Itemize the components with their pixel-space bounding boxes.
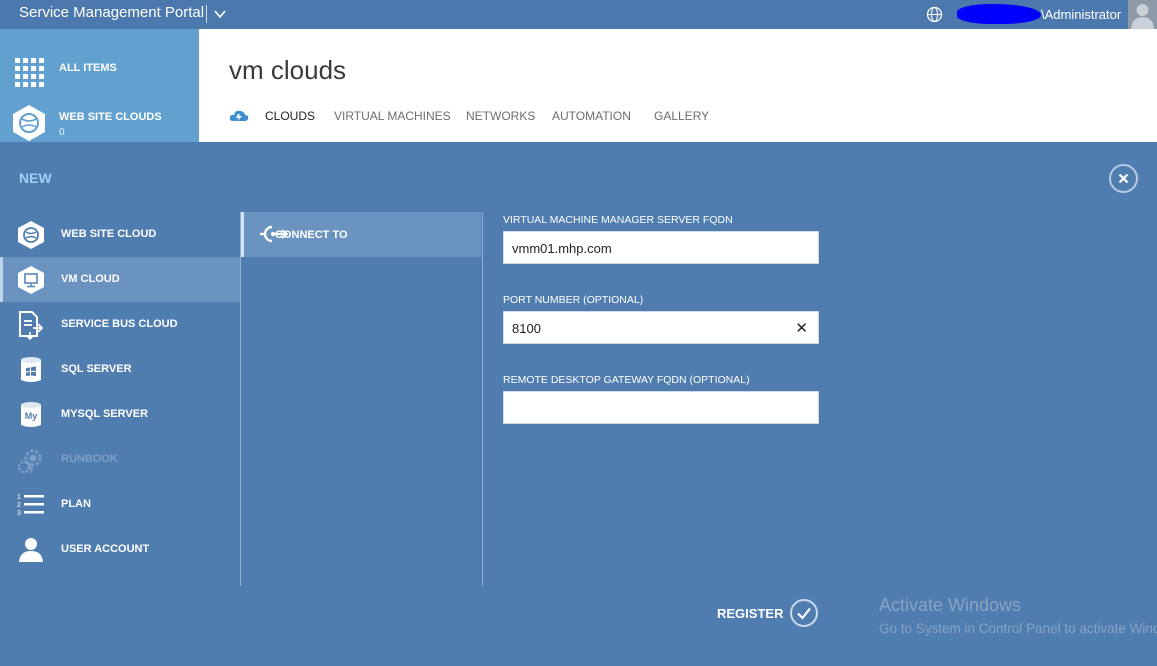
tab-gallery[interactable]: GALLERY bbox=[654, 109, 709, 123]
user-name[interactable]: \Administrator bbox=[1041, 7, 1121, 22]
rd-gateway-input[interactable] bbox=[512, 399, 782, 417]
category-label: MYSQL SERVER bbox=[61, 408, 149, 420]
gear-icon bbox=[17, 449, 42, 474]
app-title[interactable]: Service Management Portal bbox=[19, 4, 204, 21]
redacted-username bbox=[957, 4, 1041, 24]
clear-input-icon[interactable]: ✕ bbox=[795, 319, 808, 337]
vm-clouds-icon bbox=[229, 110, 249, 121]
main-header: vm clouds CLOUDS VIRTUAL MACHINES NETWOR… bbox=[199, 29, 1157, 142]
column-divider bbox=[482, 212, 483, 586]
close-button[interactable] bbox=[1109, 164, 1138, 193]
nav-item-all-items[interactable]: ALL ITEMS bbox=[0, 53, 199, 91]
column-divider bbox=[240, 212, 241, 586]
port-number-input[interactable] bbox=[512, 319, 782, 337]
tab-networks[interactable]: NETWORKS bbox=[466, 109, 535, 123]
mysql-icon: My bbox=[21, 402, 41, 427]
avatar-icon[interactable] bbox=[1128, 0, 1157, 29]
category-user-account[interactable]: USER ACCOUNT bbox=[0, 527, 240, 572]
vmm-fqdn-input[interactable] bbox=[512, 239, 782, 257]
close-icon bbox=[1118, 173, 1129, 184]
left-nav: ALL ITEMS WEB SITE CLOUDS 0 bbox=[0, 29, 199, 142]
nav-label: WEB SITE CLOUDS bbox=[59, 111, 162, 123]
vmm-fqdn-field[interactable] bbox=[503, 231, 819, 264]
svg-text:2: 2 bbox=[17, 502, 21, 509]
watermark-title: Activate Windows bbox=[879, 595, 1022, 615]
numbered-list-icon: 1 2 3 bbox=[17, 494, 44, 517]
category-vm-cloud[interactable]: VM CLOUD bbox=[0, 257, 240, 302]
register-label: REGISTER bbox=[717, 606, 784, 621]
category-label: SQL SERVER bbox=[61, 363, 132, 375]
category-service-bus-cloud[interactable]: SERVICE BUS CLOUD bbox=[0, 302, 240, 347]
step-connect-to[interactable]: CONNECT TO bbox=[241, 212, 481, 257]
monitor-icon bbox=[18, 266, 44, 294]
user-icon bbox=[19, 538, 43, 562]
category-label: SERVICE BUS CLOUD bbox=[61, 318, 178, 330]
service-bus-icon bbox=[19, 311, 44, 340]
globe-icon[interactable] bbox=[926, 6, 943, 23]
drawer-title: NEW bbox=[19, 170, 52, 186]
category-mysql-server[interactable]: My MYSQL SERVER bbox=[0, 392, 240, 437]
grid-icon bbox=[15, 58, 44, 87]
step-label: CONNECT TO bbox=[275, 229, 348, 241]
category-label: RUNBOOK bbox=[61, 453, 118, 465]
watermark-subtitle: Go to System in Control Panel to activat… bbox=[879, 621, 1157, 636]
new-drawer: NEW WEB SITE CLOUD VM CLOUD SERVICE BUS … bbox=[0, 142, 1157, 666]
chevron-down-icon[interactable] bbox=[212, 7, 228, 21]
svg-text:1: 1 bbox=[17, 494, 21, 501]
sql-server-icon bbox=[21, 357, 41, 382]
tab-clouds[interactable]: CLOUDS bbox=[265, 109, 315, 123]
page-title: vm clouds bbox=[229, 55, 347, 85]
category-sql-server[interactable]: SQL SERVER bbox=[0, 347, 240, 392]
category-label: PLAN bbox=[61, 498, 91, 510]
rd-gateway-label: REMOTE DESKTOP GATEWAY FQDN (OPTIONAL) bbox=[503, 374, 750, 386]
port-number-label: PORT NUMBER (OPTIONAL) bbox=[503, 294, 644, 306]
svg-text:My: My bbox=[25, 411, 38, 421]
rd-gateway-field[interactable] bbox=[503, 391, 819, 424]
vmm-fqdn-label: VIRTUAL MACHINE MANAGER SERVER FQDN bbox=[503, 214, 733, 226]
svg-text:3: 3 bbox=[17, 510, 21, 517]
web-site-cloud-icon bbox=[13, 105, 45, 141]
nav-count: 0 bbox=[59, 127, 65, 138]
register-check-icon[interactable] bbox=[790, 599, 818, 627]
category-plan[interactable]: 1 2 3 PLAN bbox=[0, 482, 240, 527]
category-label: WEB SITE CLOUD bbox=[61, 228, 157, 240]
category-runbook: RUNBOOK bbox=[0, 437, 240, 482]
web-site-cloud-icon bbox=[18, 221, 44, 249]
port-number-field[interactable]: ✕ bbox=[503, 311, 819, 344]
tab-virtual-machines[interactable]: VIRTUAL MACHINES bbox=[334, 109, 451, 123]
activate-windows-watermark: Activate Windows Go to System in Control… bbox=[879, 595, 1157, 636]
nav-label: ALL ITEMS bbox=[59, 62, 117, 74]
category-label: USER ACCOUNT bbox=[61, 543, 150, 555]
title-divider bbox=[206, 5, 207, 23]
nav-item-web-site-clouds[interactable]: WEB SITE CLOUDS 0 bbox=[0, 103, 199, 141]
tab-automation[interactable]: AUTOMATION bbox=[552, 109, 631, 123]
top-bar: Service Management Portal \Administrator bbox=[0, 0, 1157, 29]
category-label: VM CLOUD bbox=[61, 273, 120, 285]
category-web-site-cloud[interactable]: WEB SITE CLOUD bbox=[0, 212, 240, 257]
